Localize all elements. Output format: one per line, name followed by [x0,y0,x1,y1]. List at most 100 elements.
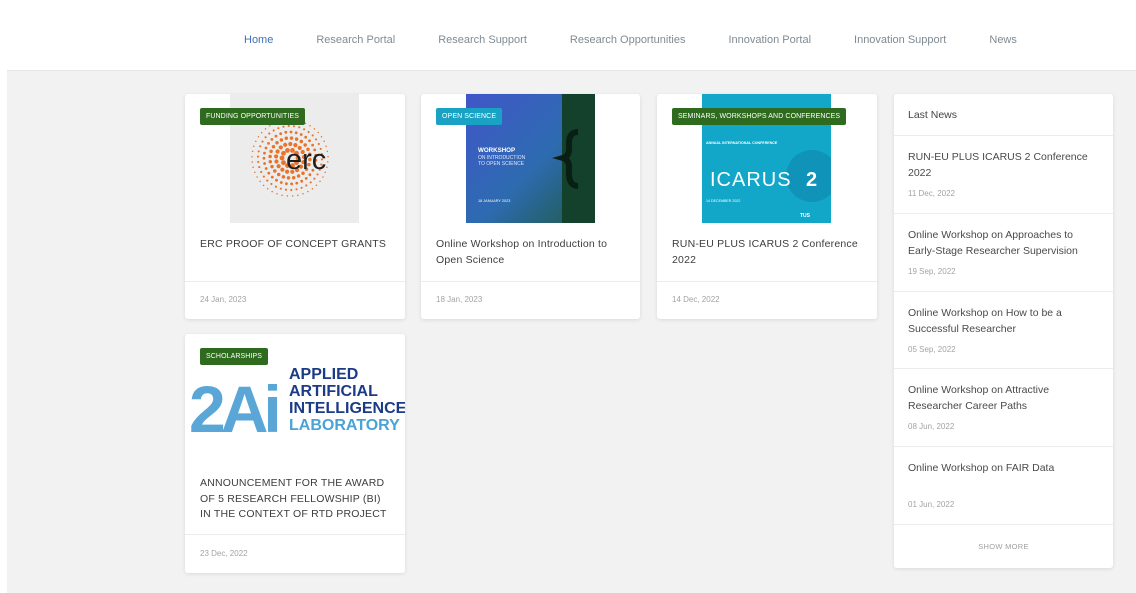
2ai-line-artificial: ARTIFICIAL [289,383,378,400]
erc-dot [302,192,304,195]
card-title[interactable]: ANNOUNCEMENT FOR THE AWARD OF 5 RESEARCH… [200,476,393,523]
erc-wordmark: erc [286,144,326,176]
erc-dot [278,145,283,150]
erc-dot [256,155,260,158]
erc-dot [270,175,274,179]
erc-dot [279,187,282,190]
erc-dot [284,188,288,191]
erc-dot [290,188,293,192]
card-title[interactable]: Online Workshop on Introduction to Open … [436,237,628,268]
news-card-erc[interactable]: erc FUNDING OPPORTUNITIES ERC PROOF OF C… [185,94,405,319]
erc-dot [315,138,318,141]
card-category-tag[interactable]: OPEN SCIENCE [436,108,503,125]
card-title[interactable]: RUN-EU PLUS ICARUS 2 Conference 2022 [672,237,865,268]
erc-dot [279,138,284,142]
sidebar-news-title[interactable]: Online Workshop on Attractive Researcher… [908,383,1103,414]
erc-dot [279,181,283,184]
news-card-2ai[interactable]: 2Ai APPLIED ARTIFICIAL INTELLIGENCE LABO… [185,334,405,573]
sidebar-news-title[interactable]: Online Workshop on FAIR Data [908,461,1103,477]
nav-research-support[interactable]: Research Support [438,34,527,46]
card-date: 14 Dec, 2022 [672,295,720,304]
card-date: 18 Jan, 2023 [436,295,483,304]
erc-dot [281,194,283,196]
erc-dot [313,177,316,180]
card-divider [657,281,877,282]
poster-conference-label: ANNUAL INTERNATIONAL CONFERENCE [706,141,778,145]
erc-dot [264,167,268,170]
erc-dot [290,182,294,186]
erc-dot [252,166,254,168]
card-divider [185,281,405,282]
erc-dot [276,192,278,195]
card-category-tag[interactable]: SCHOLARSHIPS [200,348,269,365]
news-card-open-science[interactable]: WORKSHOP ON INTRODUCTION TO OPEN SCIENCE… [421,94,640,319]
sidebar-news-item[interactable]: Online Workshop on Attractive Researcher… [894,368,1113,446]
card-title[interactable]: ERC PROOF OF CONCEPT GRANTS [200,237,393,253]
erc-dot [275,149,280,154]
erc-dot [257,160,260,163]
sidebar-news-item[interactable]: RUN-EU PLUS ICARUS 2 Conference 2022 11 … [894,135,1113,213]
poster-subtitle-line-2: TO OPEN SCIENCE [478,161,525,167]
erc-dot [260,131,263,134]
nav-research-opportunities[interactable]: Research Opportunities [570,34,686,46]
erc-dot [309,125,311,127]
erc-dot [261,140,264,143]
nav-home[interactable]: Home [244,34,273,46]
erc-dot [251,150,254,153]
sidebar-news-title[interactable]: Online Workshop on Approaches to Early-S… [908,228,1103,259]
erc-dot [299,139,304,144]
nav-news[interactable]: News [989,34,1017,46]
erc-dot [294,137,299,141]
erc-dot [254,171,256,174]
show-more-button[interactable]: SHOW MORE [894,524,1113,568]
erc-dot [315,184,318,187]
erc-dot [266,179,269,182]
erc-dot [300,186,303,189]
erc-dot [291,175,296,180]
erc-dot [297,194,299,196]
news-card-icarus[interactable]: ANNUAL INTERNATIONAL CONFERENCE ICARUS 2… [657,94,877,319]
erc-dot [259,145,262,148]
last-news-sidebar: Last News RUN-EU PLUS ICARUS 2 Conferenc… [894,94,1113,568]
erc-dot [272,129,275,132]
sidebar-news-item[interactable]: Online Workshop on How to be a Successfu… [894,291,1113,368]
nav-research-portal[interactable]: Research Portal [316,34,395,46]
erc-dot [262,156,266,160]
erc-dot [273,169,277,173]
erc-dot [268,132,271,135]
erc-dot [284,130,288,134]
erc-dot [264,136,267,139]
erc-dot [281,175,286,179]
erc-dot [275,141,279,145]
erc-dot [274,185,277,188]
erc-dot [262,184,265,187]
sidebar-news-date: 01 Jun, 2022 [908,500,955,509]
card-category-tag[interactable]: FUNDING OPPORTUNITIES [200,108,305,125]
erc-dot [326,150,329,153]
erc-dot [317,131,319,134]
erc-dot [322,176,324,178]
sidebar-news-item[interactable]: Online Workshop on FAIR Data 01 Jun, 202… [894,446,1113,524]
erc-dot [327,155,329,158]
erc-dot [311,134,314,137]
sidebar-news-title[interactable]: RUN-EU PLUS ICARUS 2 Conference 2022 [908,150,1103,181]
sidebar-news-title[interactable]: Online Workshop on How to be a Successfu… [908,306,1103,337]
erc-dot [286,176,291,180]
main-nav: Home Research Portal Research Support Re… [244,34,1060,46]
erc-dot [303,128,306,131]
erc-dot [300,179,304,183]
erc-dot [286,195,289,197]
erc-dot [326,166,328,168]
card-divider [185,534,405,535]
sidebar-news-date: 19 Sep, 2022 [908,267,956,276]
erc-dot [270,164,274,169]
nav-innovation-portal[interactable]: Innovation Portal [728,34,811,46]
erc-dot [258,166,261,169]
sidebar-news-item[interactable]: Online Workshop on Approaches to Early-S… [894,213,1113,291]
erc-dot [260,170,263,174]
erc-dot [280,167,285,172]
card-category-tag[interactable]: SEMINARS, WORKSHOPS AND CONFERENCES [672,108,847,125]
erc-dot [282,125,285,128]
erc-dot [259,180,261,183]
nav-innovation-support[interactable]: Innovation Support [854,34,946,46]
